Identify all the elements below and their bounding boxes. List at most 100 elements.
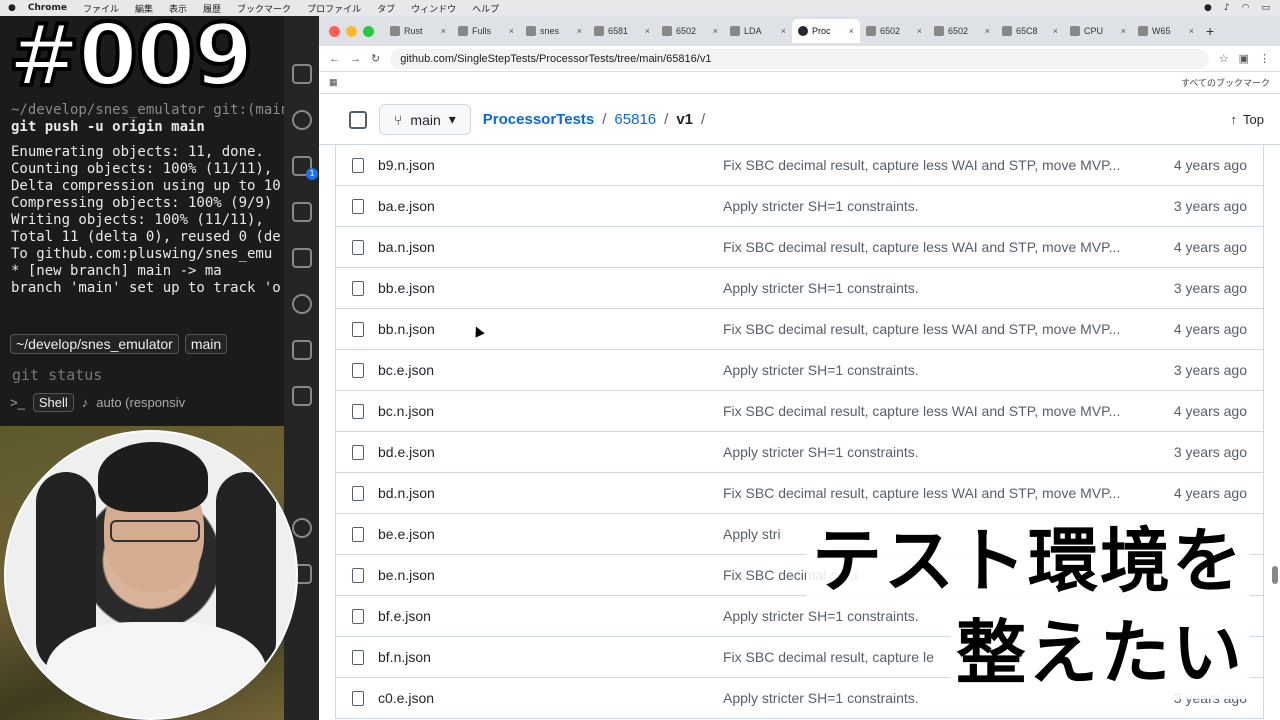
- terminal-toolbar: >_ Shell ♪ auto (responsiv: [10, 393, 185, 412]
- commit-message-link[interactable]: Fix SBC decimal result, capture less WAI…: [723, 157, 1137, 173]
- browser-tab[interactable]: 6581 ×: [588, 19, 656, 43]
- minimize-window-button[interactable]: [346, 25, 357, 37]
- breadcrumb-dir-link[interactable]: 65816: [614, 111, 656, 128]
- commit-message-link[interactable]: Apply stricter SH=1 constraints.: [723, 362, 1137, 378]
- commit-message-link[interactable]: Fix SBC decimal result, capture less WAI…: [723, 485, 1137, 501]
- run-debug-icon[interactable]: [292, 202, 312, 222]
- bookmark-star-icon[interactable]: ☆: [1219, 52, 1229, 65]
- back-icon[interactable]: ←: [329, 53, 340, 65]
- menu-profile[interactable]: プロファイル: [299, 2, 369, 15]
- file-name-link[interactable]: be.e.json: [378, 526, 723, 542]
- forward-icon[interactable]: →: [350, 53, 361, 65]
- close-icon[interactable]: ×: [917, 26, 922, 36]
- file-name-link[interactable]: bd.n.json: [378, 485, 723, 501]
- file-name-link[interactable]: be.n.json: [378, 567, 723, 583]
- close-icon[interactable]: ×: [645, 26, 650, 36]
- terminal-input[interactable]: git status: [12, 366, 102, 384]
- remote-icon[interactable]: [292, 294, 312, 314]
- file-name-link[interactable]: bc.n.json: [378, 403, 723, 419]
- file-name-link[interactable]: bd.e.json: [378, 444, 723, 460]
- close-icon[interactable]: ×: [577, 26, 582, 36]
- file-row[interactable]: bb.e.json Apply stricter SH=1 constraints…: [336, 268, 1263, 309]
- file-row[interactable]: bc.n.json Fix SBC decimal result, capture…: [336, 391, 1263, 432]
- close-icon[interactable]: ×: [849, 26, 854, 36]
- menu-tab[interactable]: タブ: [369, 2, 403, 15]
- close-icon[interactable]: ×: [1053, 26, 1058, 36]
- prompt-icon[interactable]: >_: [10, 395, 25, 410]
- apps-grid-icon[interactable]: ▦: [329, 77, 338, 88]
- page-scrollbar[interactable]: [1272, 566, 1278, 584]
- file-row[interactable]: ba.e.json Apply stricter SH=1 constraints…: [336, 186, 1263, 227]
- browser-tab[interactable]: 6502 ×: [656, 19, 724, 43]
- browser-tab-active[interactable]: Proc ×: [792, 19, 860, 43]
- new-tab-button[interactable]: +: [1200, 23, 1220, 39]
- browser-tab[interactable]: CPU ×: [1064, 19, 1132, 43]
- file-row[interactable]: bc.e.json Apply stricter SH=1 constraints…: [336, 350, 1263, 391]
- commit-message-link[interactable]: Apply stricter SH=1 constraints.: [723, 280, 1137, 296]
- browser-tab[interactable]: W65 ×: [1132, 19, 1200, 43]
- terminal-output-line: branch 'main' set up to track 'o: [11, 280, 281, 296]
- testing-icon[interactable]: [292, 340, 312, 360]
- close-window-button[interactable]: [329, 25, 340, 37]
- browser-tab[interactable]: Rust ×: [384, 19, 452, 43]
- zoom-window-button[interactable]: [363, 25, 374, 37]
- battery-icon[interactable]: ▭: [1261, 3, 1270, 13]
- file-row[interactable]: b9.n.json Fix SBC decimal result, capture…: [336, 145, 1263, 186]
- commit-message-link[interactable]: Fix SBC decimal result, capture less WAI…: [723, 403, 1137, 419]
- commit-message-link[interactable]: Fix SBC decimal result, capture less WAI…: [723, 321, 1137, 337]
- record-icon[interactable]: ●: [1204, 3, 1212, 13]
- file-name-link[interactable]: bc.e.json: [378, 362, 723, 378]
- browser-tab[interactable]: LDA ×: [724, 19, 792, 43]
- commit-message-link[interactable]: Fix SBC decimal result, capture less WAI…: [723, 239, 1137, 255]
- terminal-output-line: Total 11 (delta 0), reused 0 (de: [11, 229, 281, 245]
- close-icon[interactable]: ×: [1121, 26, 1126, 36]
- extensions-icon[interactable]: ▣: [1239, 52, 1249, 65]
- extensions-icon[interactable]: [292, 248, 312, 268]
- sidebar-toggle-icon[interactable]: [349, 110, 367, 129]
- menu-window[interactable]: ウィンドウ: [403, 2, 464, 15]
- close-icon[interactable]: ×: [1189, 26, 1194, 36]
- file-name-link[interactable]: bf.n.json: [378, 649, 723, 665]
- url-input[interactable]: github.com/SingleStepTests/ProcessorTest…: [390, 48, 1209, 69]
- close-icon[interactable]: ×: [441, 26, 446, 36]
- explorer-icon[interactable]: [292, 64, 312, 84]
- file-row[interactable]: bd.e.json Apply stricter SH=1 constraints…: [336, 432, 1263, 473]
- browser-tab[interactable]: snes ×: [520, 19, 588, 43]
- browser-tab[interactable]: 65C8 ×: [996, 19, 1064, 43]
- all-bookmarks-button[interactable]: すべてのブックマーク: [1181, 76, 1270, 89]
- mode-label[interactable]: auto (responsiv: [96, 395, 185, 410]
- browser-tab[interactable]: Fulls ×: [452, 19, 520, 43]
- file-name-link[interactable]: bb.e.json: [378, 280, 723, 296]
- menu-help[interactable]: ヘルプ: [464, 2, 507, 15]
- commit-message-link[interactable]: Apply stricter SH=1 constraints.: [723, 198, 1137, 214]
- search-icon[interactable]: [292, 110, 312, 130]
- account-icon[interactable]: [292, 518, 312, 538]
- tools-icon[interactable]: [292, 386, 312, 406]
- mic-icon[interactable]: ♪: [1224, 3, 1230, 13]
- browser-tab[interactable]: 6502 ×: [860, 19, 928, 43]
- file-name-link[interactable]: ba.n.json: [378, 239, 723, 255]
- branch-select-button[interactable]: ⑂ main ▾: [379, 104, 471, 135]
- path-chip[interactable]: ~/develop/snes_emulator: [10, 334, 179, 354]
- close-icon[interactable]: ×: [781, 26, 786, 36]
- file-row[interactable]: bd.n.json Fix SBC decimal result, capture…: [336, 473, 1263, 514]
- browser-tab[interactable]: 6502 ×: [928, 19, 996, 43]
- file-name-link[interactable]: ba.e.json: [378, 198, 723, 214]
- wifi-icon[interactable]: ◠: [1242, 3, 1250, 13]
- branch-chip[interactable]: main: [184, 334, 228, 354]
- breadcrumb-repo-link[interactable]: ProcessorTests: [483, 111, 594, 128]
- menu-icon[interactable]: ⋮: [1259, 52, 1270, 65]
- close-icon[interactable]: ×: [713, 26, 718, 36]
- shell-button[interactable]: Shell: [32, 393, 74, 412]
- file-name-link[interactable]: bb.n.json: [378, 321, 723, 337]
- close-icon[interactable]: ×: [509, 26, 514, 36]
- file-name-link[interactable]: bf.e.json: [378, 608, 723, 624]
- close-icon[interactable]: ×: [985, 26, 990, 36]
- file-name-link[interactable]: b9.n.json: [378, 157, 723, 173]
- file-name-link[interactable]: c0.e.json: [378, 690, 723, 706]
- file-row[interactable]: ba.n.json Fix SBC decimal result, capture…: [336, 227, 1263, 268]
- mic-icon[interactable]: ♪: [82, 395, 89, 410]
- commit-message-link[interactable]: Apply stricter SH=1 constraints.: [723, 444, 1137, 460]
- reload-icon[interactable]: ↻: [371, 52, 380, 65]
- top-button[interactable]: ↑ Top: [1231, 112, 1264, 127]
